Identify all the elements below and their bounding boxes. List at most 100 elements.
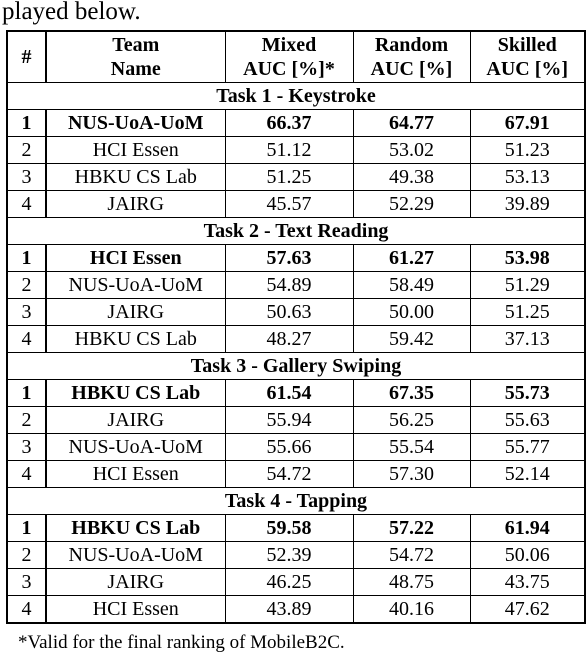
header-rank: # (6, 30, 47, 83)
random-auc-cell: 61.27 (352, 244, 471, 272)
team-name-cell: NUS-UoA-UoM (45, 109, 226, 137)
rank-cell: 4 (6, 190, 47, 218)
mixed-auc-cell: 55.94 (224, 406, 354, 434)
mixed-auc-cell: 66.37 (224, 109, 354, 137)
rank-cell: 2 (6, 406, 47, 434)
team-name-cell: NUS-UoA-UoM (45, 541, 226, 569)
table-row: 3 NUS-UoA-UoM 55.66 55.54 55.77 (6, 433, 586, 461)
table-row: 1 HBKU CS Lab 61.54 67.35 55.73 (6, 379, 586, 407)
team-name-cell: HBKU CS Lab (45, 325, 226, 353)
random-auc-cell: 55.54 (352, 433, 471, 461)
skilled-auc-cell: 47.62 (469, 595, 586, 624)
team-name-cell: JAIRG (45, 568, 226, 596)
skilled-auc-cell: 50.06 (469, 541, 586, 569)
skilled-auc-cell: 51.23 (469, 136, 586, 164)
mixed-auc-cell: 51.25 (224, 163, 354, 191)
team-name-cell: HCI Essen (45, 244, 226, 272)
footnote: *Valid for the final ranking of MobileB2… (18, 632, 345, 653)
header-skilled-line1: Skilled (497, 34, 557, 56)
skilled-auc-cell: 51.29 (469, 271, 586, 299)
team-name-cell: HBKU CS Lab (45, 514, 226, 542)
table-row: 3 HBKU CS Lab 51.25 49.38 53.13 (6, 163, 586, 191)
rank-cell: 2 (6, 136, 47, 164)
team-name-cell: HCI Essen (45, 460, 226, 488)
mixed-auc-cell: 51.12 (224, 136, 354, 164)
skilled-auc-cell: 55.73 (469, 379, 586, 407)
random-auc-cell: 59.42 (352, 325, 471, 353)
random-auc-cell: 67.35 (352, 379, 471, 407)
table-body: Task 1 - Keystroke 1 NUS-UoA-UoM 66.37 64.77… (6, 82, 586, 624)
skilled-auc-cell: 53.98 (469, 244, 586, 272)
rank-cell: 1 (6, 379, 47, 407)
table-row: 3 JAIRG 46.25 48.75 43.75 (6, 568, 586, 596)
rank-cell: 3 (6, 568, 47, 596)
skilled-auc-cell: 52.14 (469, 460, 586, 488)
skilled-auc-cell: 37.13 (469, 325, 586, 353)
skilled-auc-cell: 39.89 (469, 190, 586, 218)
intro-text: played below. (2, 0, 141, 25)
random-auc-cell: 52.29 (352, 190, 471, 218)
table-row: 2 NUS-UoA-UoM 52.39 54.72 50.06 (6, 541, 586, 569)
rank-cell: 1 (6, 244, 47, 272)
mixed-auc-cell: 54.89 (224, 271, 354, 299)
random-auc-cell: 57.22 (352, 514, 471, 542)
table-row: 1 HCI Essen 57.63 61.27 53.98 (6, 244, 586, 272)
task-section-header: Task 2 - Text Reading (6, 217, 586, 245)
header-team-name: Team Name (45, 30, 226, 83)
mixed-auc-cell: 54.72 (224, 460, 354, 488)
task-title: Task 2 - Text Reading (6, 217, 586, 245)
header-rank-label: # (21, 46, 32, 68)
skilled-auc-cell: 67.91 (469, 109, 586, 137)
task-title: Task 4 - Tapping (6, 487, 586, 515)
team-name-cell: HBKU CS Lab (45, 163, 226, 191)
random-auc-cell: 58.49 (352, 271, 471, 299)
table-row: 2 HCI Essen 51.12 53.02 51.23 (6, 136, 586, 164)
task-title: Task 3 - Gallery Swiping (6, 352, 586, 380)
header-mixed-line2: AUC [%]* (243, 58, 335, 80)
mixed-auc-cell: 57.63 (224, 244, 354, 272)
mixed-auc-cell: 46.25 (224, 568, 354, 596)
task-section-header: Task 4 - Tapping (6, 487, 586, 515)
results-table: # Team Name Mixed AUC [%]* Random AUC [%] S… (6, 30, 586, 624)
random-auc-cell: 49.38 (352, 163, 471, 191)
rank-cell: 4 (6, 460, 47, 488)
table-row: 1 HBKU CS Lab 59.58 57.22 61.94 (6, 514, 586, 542)
team-name-cell: JAIRG (45, 298, 226, 326)
rank-cell: 2 (6, 271, 47, 299)
skilled-auc-cell: 43.75 (469, 568, 586, 596)
table-row: 4 JAIRG 45.57 52.29 39.89 (6, 190, 586, 218)
rank-cell: 4 (6, 595, 47, 624)
header-team-line1: Team (112, 34, 160, 56)
mixed-auc-cell: 61.54 (224, 379, 354, 407)
random-auc-cell: 48.75 (352, 568, 471, 596)
table-row: 2 JAIRG 55.94 56.25 55.63 (6, 406, 586, 434)
table-row: 4 HBKU CS Lab 48.27 59.42 37.13 (6, 325, 586, 353)
random-auc-cell: 57.30 (352, 460, 471, 488)
rank-cell: 3 (6, 163, 47, 191)
mixed-auc-cell: 48.27 (224, 325, 354, 353)
table-row: 2 NUS-UoA-UoM 54.89 58.49 51.29 (6, 271, 586, 299)
mixed-auc-cell: 43.89 (224, 595, 354, 624)
task-section-header: Task 3 - Gallery Swiping (6, 352, 586, 380)
header-random-line2: AUC [%] (370, 58, 453, 80)
header-row: # Team Name Mixed AUC [%]* Random AUC [%] S… (6, 30, 586, 83)
skilled-auc-cell: 55.77 (469, 433, 586, 461)
random-auc-cell: 54.72 (352, 541, 471, 569)
header-mixed-line1: Mixed (261, 34, 317, 56)
skilled-auc-cell: 51.25 (469, 298, 586, 326)
mixed-auc-cell: 59.58 (224, 514, 354, 542)
table-row: 1 NUS-UoA-UoM 66.37 64.77 67.91 (6, 109, 586, 137)
skilled-auc-cell: 61.94 (469, 514, 586, 542)
rank-cell: 2 (6, 541, 47, 569)
table-row: 4 HCI Essen 43.89 40.16 47.62 (6, 595, 586, 624)
table-row: 3 JAIRG 50.63 50.00 51.25 (6, 298, 586, 326)
team-name-cell: HCI Essen (45, 136, 226, 164)
mixed-auc-cell: 52.39 (224, 541, 354, 569)
rank-cell: 3 (6, 298, 47, 326)
header-random-line1: Random (374, 34, 449, 56)
random-auc-cell: 56.25 (352, 406, 471, 434)
team-name-cell: JAIRG (45, 406, 226, 434)
rank-cell: 4 (6, 325, 47, 353)
team-name-cell: HCI Essen (45, 595, 226, 624)
skilled-auc-cell: 55.63 (469, 406, 586, 434)
